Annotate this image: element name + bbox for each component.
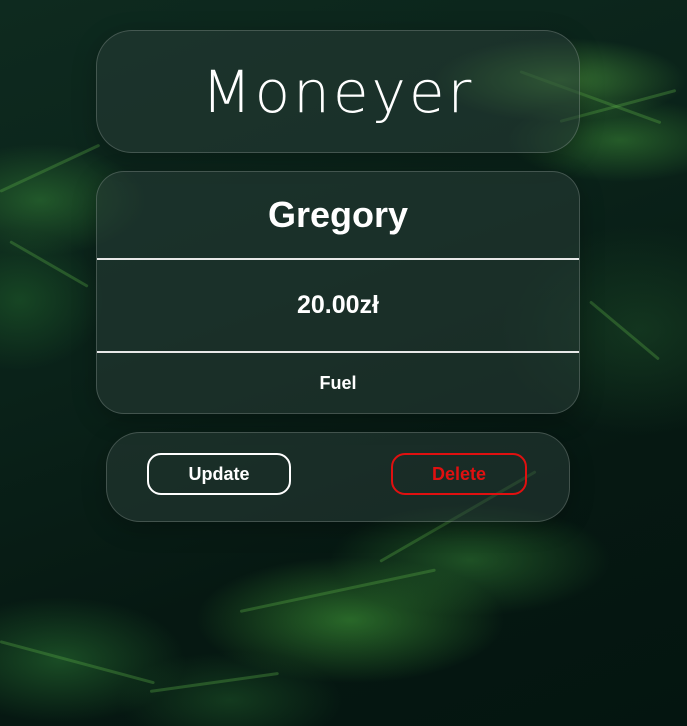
entry-details-card: Gregory 20.00zł Fuel	[96, 171, 580, 414]
entry-actions-card: Update Delete	[106, 432, 570, 522]
entry-category: Fuel	[319, 372, 357, 393]
entry-name: Gregory	[97, 172, 579, 260]
app-header-card: Moneyer	[96, 30, 580, 153]
update-button[interactable]: Update	[147, 453, 291, 495]
delete-button[interactable]: Delete	[391, 453, 527, 495]
app-title: Moneyer	[201, 57, 475, 126]
entry-amount: 20.00zł	[97, 260, 579, 353]
